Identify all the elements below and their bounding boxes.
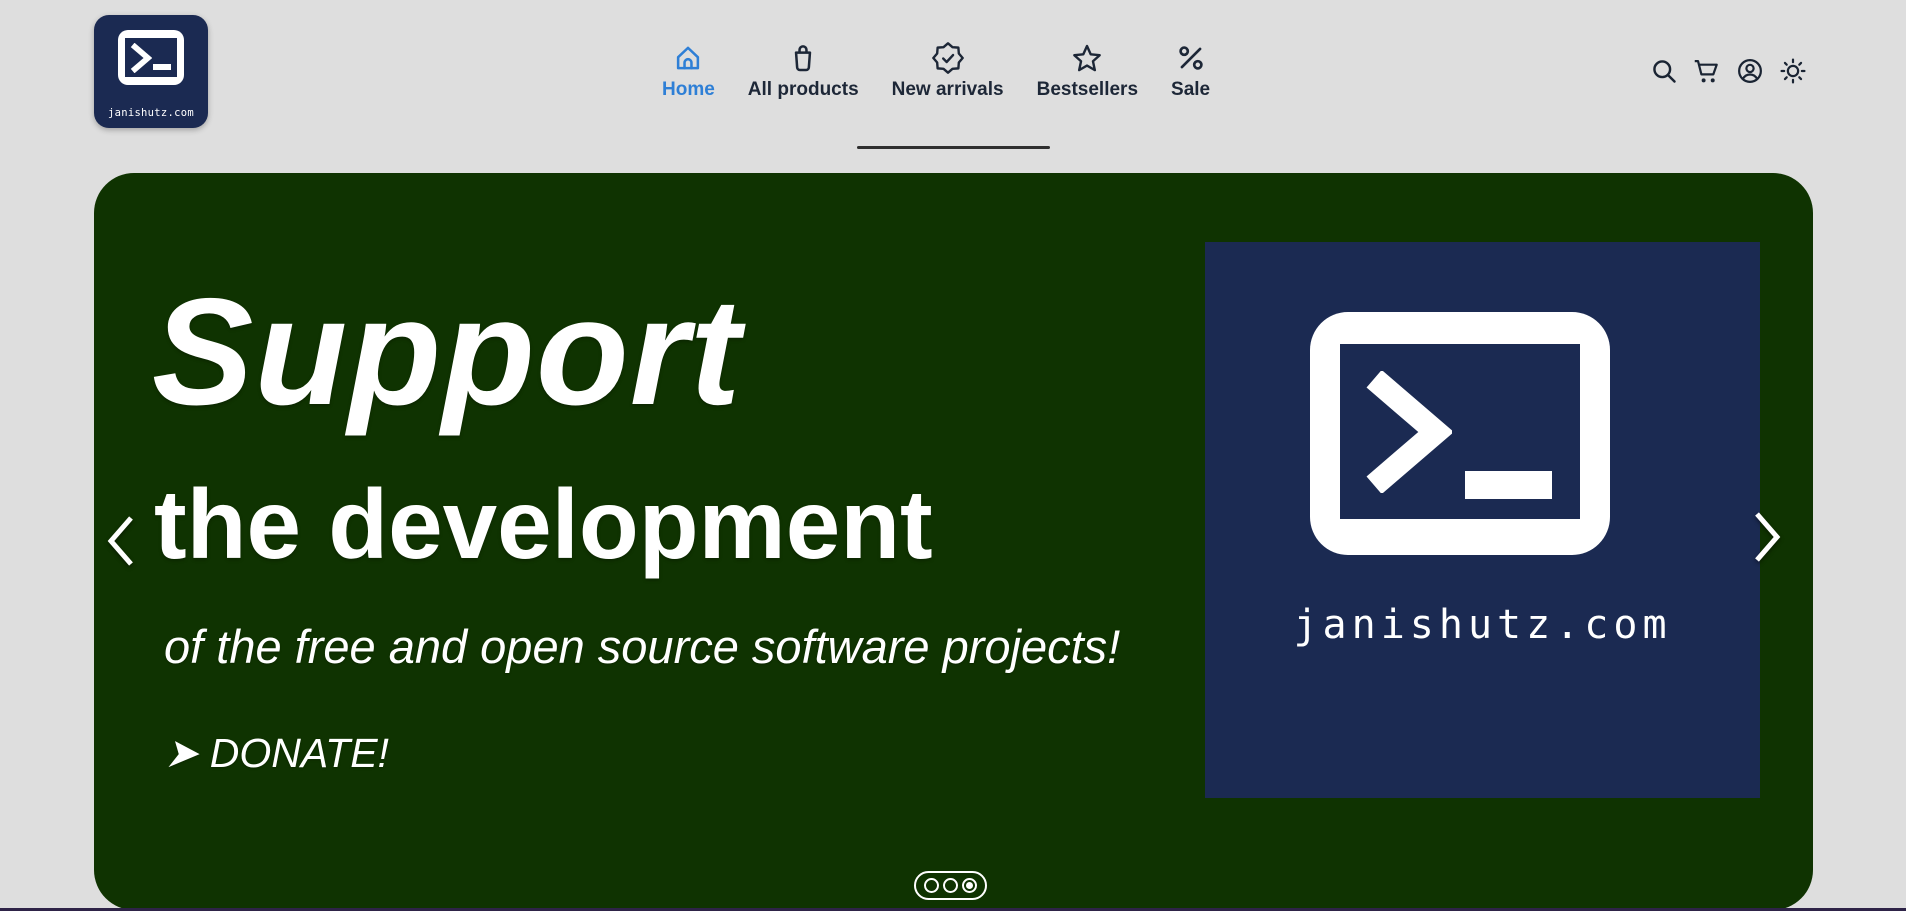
hero-banner: Support the development of the free and … — [94, 173, 1813, 910]
new-badge-icon — [932, 42, 964, 74]
nav-item-label: Sale — [1171, 79, 1210, 101]
search-button[interactable] — [1650, 57, 1678, 85]
cart-icon — [1693, 57, 1721, 85]
carousel-dots — [914, 871, 987, 900]
account-icon — [1736, 57, 1764, 85]
hero-title-line2: the development — [154, 473, 933, 576]
chevron-right-icon — [1750, 507, 1784, 567]
nav-item-home[interactable]: Home — [662, 42, 715, 101]
terminal-chevron-icon — [130, 43, 152, 73]
sun-icon — [1779, 57, 1807, 85]
terminal-icon — [118, 30, 184, 85]
nav-item-bestsellers[interactable]: Bestsellers — [1037, 42, 1138, 101]
storefront-page: janishutz.com Home All products New arriva… — [0, 0, 1906, 911]
nav-active-indicator — [857, 146, 1050, 149]
nav-item-label: New arrivals — [892, 79, 1004, 101]
nav-item-sale[interactable]: Sale — [1171, 42, 1210, 101]
hero-title-line1: Support — [152, 273, 742, 433]
donate-link[interactable]: ➤ DONATE! — [164, 729, 389, 777]
hero-image-text: janishutz.com — [1205, 602, 1760, 648]
main-nav: Home All products New arrivals Bestsellers S… — [662, 42, 1210, 101]
header-actions — [1650, 57, 1807, 85]
terminal-icon — [1310, 312, 1610, 555]
shopping-bag-icon — [787, 42, 819, 74]
percent-icon — [1175, 42, 1207, 74]
terminal-chevron-icon — [1364, 371, 1452, 493]
cart-button[interactable] — [1693, 57, 1721, 85]
nav-item-all-products[interactable]: All products — [748, 42, 859, 101]
star-icon — [1071, 42, 1103, 74]
hero-slide-image: janishutz.com — [1205, 242, 1760, 798]
carousel-prev-button[interactable] — [104, 511, 138, 571]
terminal-underscore-icon — [153, 64, 171, 70]
carousel-dot-1[interactable] — [924, 878, 939, 893]
terminal-underscore-icon — [1465, 471, 1552, 499]
carousel-dot-2[interactable] — [943, 878, 958, 893]
account-button[interactable] — [1736, 57, 1764, 85]
nav-item-label: All products — [748, 79, 859, 101]
chevron-left-icon — [104, 511, 138, 571]
carousel-next-button[interactable] — [1750, 507, 1784, 567]
site-logo[interactable]: janishutz.com — [94, 15, 208, 128]
home-icon — [672, 42, 704, 74]
logo-text: janishutz.com — [94, 107, 208, 119]
carousel-dot-3[interactable] — [962, 878, 977, 893]
hero-subtitle: of the free and open source software pro… — [164, 619, 1120, 674]
nav-item-label: Home — [662, 79, 715, 101]
search-icon — [1650, 57, 1678, 85]
nav-item-label: Bestsellers — [1037, 79, 1138, 101]
nav-item-new-arrivals[interactable]: New arrivals — [892, 42, 1004, 101]
theme-light-button[interactable] — [1779, 57, 1807, 85]
